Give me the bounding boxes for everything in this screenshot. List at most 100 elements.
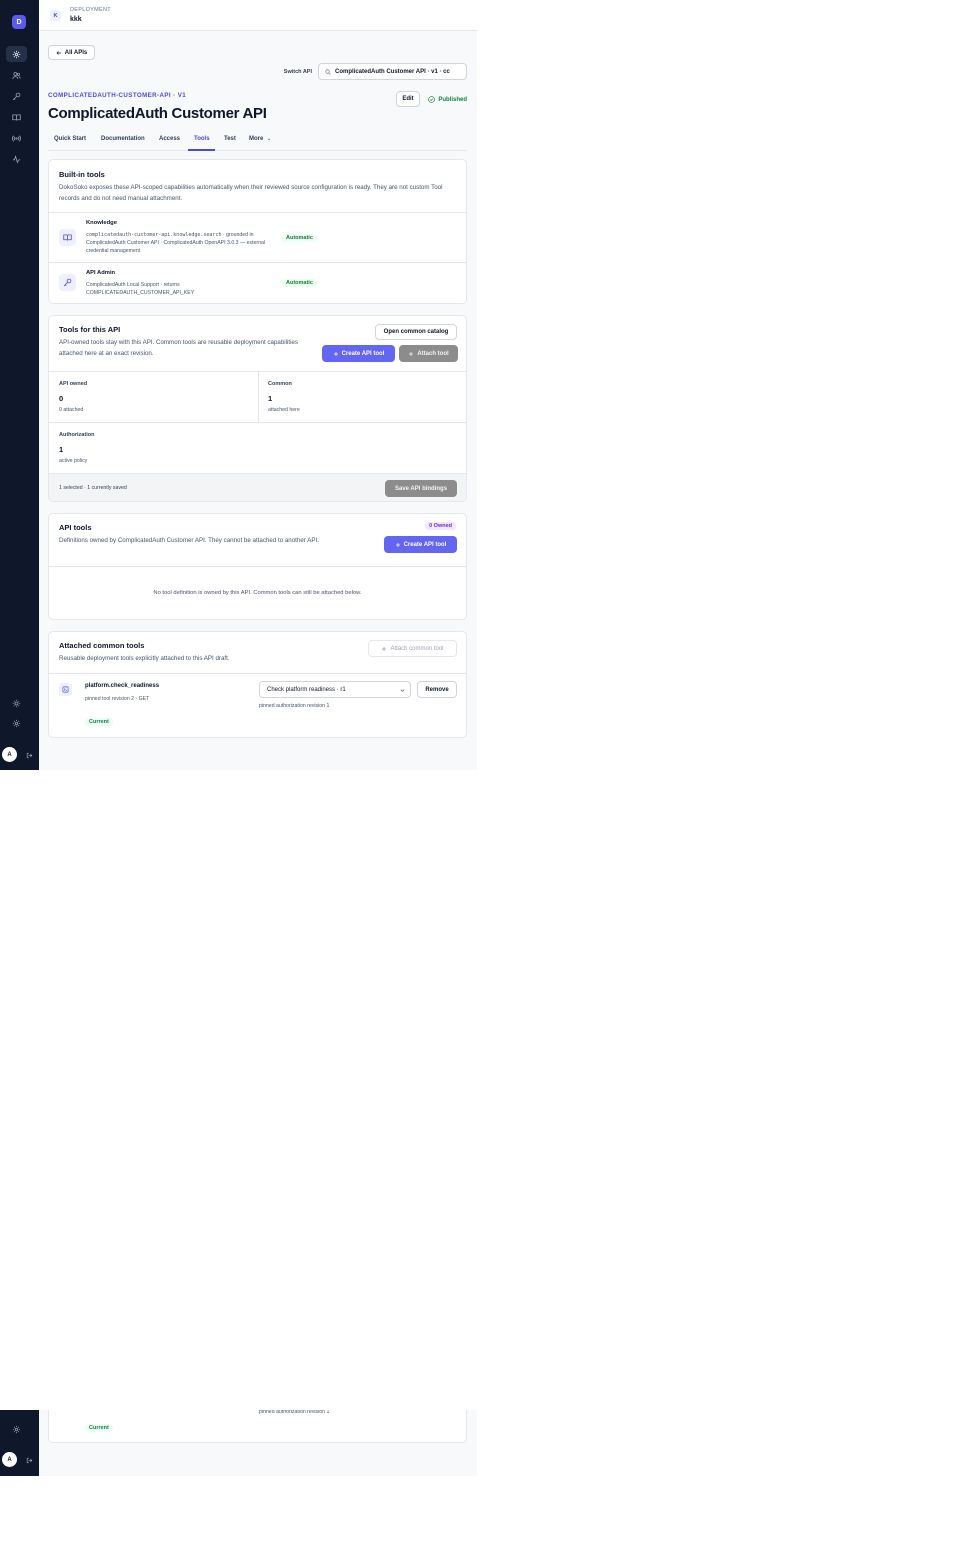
theme-toggle[interactable] <box>6 695 27 711</box>
deployment-name[interactable]: kkk <box>70 16 82 23</box>
stat-api-owned-value: 0 <box>59 394 64 403</box>
api-slug: COMPLICATEDAUTH-CUSTOMER-API · V1 <box>48 92 187 99</box>
nav-docs[interactable] <box>6 109 27 125</box>
app-window: D A K DEPLOYMENT kkk All APIs Switch API… <box>0 0 477 770</box>
stat-authorization-sub: active policy <box>59 458 88 464</box>
plus-icon <box>395 542 400 547</box>
deployment-label: DEPLOYMENT <box>70 7 111 13</box>
builtin-tools-title: Built-in tools <box>59 170 105 179</box>
create-api-tool-label: Create API tool <box>341 350 385 357</box>
divider <box>49 422 466 423</box>
tab-documentation[interactable]: Documentation <box>101 136 145 142</box>
stat-api-owned-sub: 0 attached <box>59 407 84 413</box>
create-api-tool-button[interactable]: Create API tool <box>322 345 395 362</box>
common-tools-desc: Reusable deployment tools explicitly att… <box>59 655 230 662</box>
knowledge-tool-code: complicatedauth-customer-api.knowledge.s… <box>86 232 222 238</box>
nav-settings[interactable] <box>6 715 27 731</box>
automatic-badge: Automatic <box>282 279 317 287</box>
deployment-badge[interactable]: K <box>50 10 61 21</box>
tools-for-api-title: Tools for this API <box>59 325 121 334</box>
logout-icon <box>26 1457 32 1463</box>
chevron-down-icon <box>400 689 405 692</box>
edit-button[interactable]: Edit <box>396 91 420 107</box>
tools-for-api-desc: API-owned tools stay with this API. Comm… <box>59 339 299 357</box>
search-icon <box>325 68 331 75</box>
builtin-tools-desc: DokoSoko exposes these API-scoped capabi… <box>59 184 443 202</box>
sun-icon <box>12 699 21 707</box>
active-tab-indicator <box>188 149 215 151</box>
empty-state: No tool definition is owned by this API.… <box>153 590 362 596</box>
common-tools-card: pinned authorization revision 1 Current <box>48 1410 467 1443</box>
revision-select[interactable]: Check platform readiness · r1 <box>259 681 411 698</box>
status-badge: Published <box>428 96 467 103</box>
pinned-authorization: pinned authorization revision 1 <box>259 703 330 709</box>
activity-icon <box>12 154 21 164</box>
remove-button[interactable]: Remove <box>417 681 457 698</box>
current-badge: Current <box>85 1424 113 1432</box>
tab-more[interactable]: More ⌄ <box>249 136 271 142</box>
all-apis-button[interactable]: All APIs <box>48 45 95 60</box>
common-tool-revision: pinned tool revision 2 · GET <box>85 696 150 702</box>
nav-broadcast[interactable] <box>6 130 27 146</box>
bindings-footer: 1 selected · 1 currently saved Save API … <box>49 473 466 501</box>
terminal-icon <box>62 686 69 693</box>
app-window-scrolled: A pinned authorization revision 1 Curren… <box>0 1410 477 1476</box>
owned-count-badge: 0 Owned <box>425 522 456 530</box>
nav-settings[interactable] <box>6 1421 27 1437</box>
attach-tool-button[interactable]: Attach tool <box>399 345 458 362</box>
pinned-authorization: pinned authorization revision 1 <box>259 1410 330 1415</box>
plus-icon <box>333 351 338 356</box>
key-icon <box>12 92 21 100</box>
avatar[interactable]: A <box>2 747 17 762</box>
stat-common-label: Common <box>268 381 292 387</box>
revision-select-value: Check platform readiness · r1 <box>267 686 346 693</box>
gear-icon <box>12 719 21 727</box>
tab-tools[interactable]: Tools <box>194 136 210 142</box>
key-icon <box>63 278 72 287</box>
current-badge: Current <box>85 718 113 726</box>
stat-authorization-label: Authorization <box>59 432 95 438</box>
open-common-catalog-button[interactable]: Open common catalog <box>375 324 457 340</box>
nav-apis[interactable] <box>6 46 27 62</box>
tab-test[interactable]: Test <box>224 136 236 142</box>
nav-keys[interactable] <box>6 88 27 104</box>
chevron-down-icon: ⌄ <box>267 136 272 142</box>
tools-for-api-card: Tools for this API API-owned tools stay … <box>48 315 467 502</box>
status-text: Published <box>438 96 467 103</box>
divider <box>49 262 466 263</box>
tab-bar: Quick Start Documentation Access Tools T… <box>48 129 467 151</box>
tab-access[interactable]: Access <box>159 136 180 142</box>
api-admin-tool-name: API Admin <box>86 270 116 276</box>
stat-authorization-value: 1 <box>59 445 64 454</box>
brand-logo[interactable]: D <box>12 15 26 29</box>
nav-activity[interactable] <box>6 151 27 167</box>
attach-tool-label: Attach tool <box>417 350 449 357</box>
gear-icon <box>12 1425 21 1433</box>
logout-button[interactable] <box>24 1455 34 1465</box>
divider <box>49 673 466 674</box>
stat-divider <box>258 371 259 422</box>
stat-common-value: 1 <box>268 394 273 403</box>
avatar[interactable]: A <box>2 1452 17 1467</box>
sidebar: D A <box>0 0 39 770</box>
save-api-bindings-button[interactable]: Save API bindings <box>385 480 457 497</box>
knowledge-tool-name: Knowledge <box>86 220 117 226</box>
common-tool-name: platform.check_readiness <box>85 683 160 689</box>
api-admin-tool-icon <box>59 274 76 291</box>
attach-common-tool-button[interactable]: Attach common tool <box>368 640 457 657</box>
nav-users[interactable] <box>6 67 27 83</box>
all-apis-label: All APIs <box>64 49 88 56</box>
create-api-tool-label: Create API tool <box>403 541 447 548</box>
switch-api-label: Switch API <box>283 69 312 75</box>
logout-button[interactable] <box>24 750 34 760</box>
book-icon <box>12 113 21 121</box>
api-tools-desc: Definitions owned by ComplicatedAuth Cus… <box>59 537 319 544</box>
api-admin-tool-desc: ComplicatedAuth Local Support · returns … <box>86 282 195 296</box>
common-tool-icon <box>59 683 72 696</box>
create-api-tool-button[interactable]: Create API tool <box>384 536 457 553</box>
attach-common-tool-label: Attach common tool <box>390 645 444 652</box>
switch-api-select[interactable]: ComplicatedAuth Customer API · v1 · cc <box>318 63 467 80</box>
arrow-left-icon <box>56 50 61 55</box>
tab-quick-start[interactable]: Quick Start <box>54 136 86 142</box>
deployment-header: K DEPLOYMENT kkk <box>39 0 477 31</box>
